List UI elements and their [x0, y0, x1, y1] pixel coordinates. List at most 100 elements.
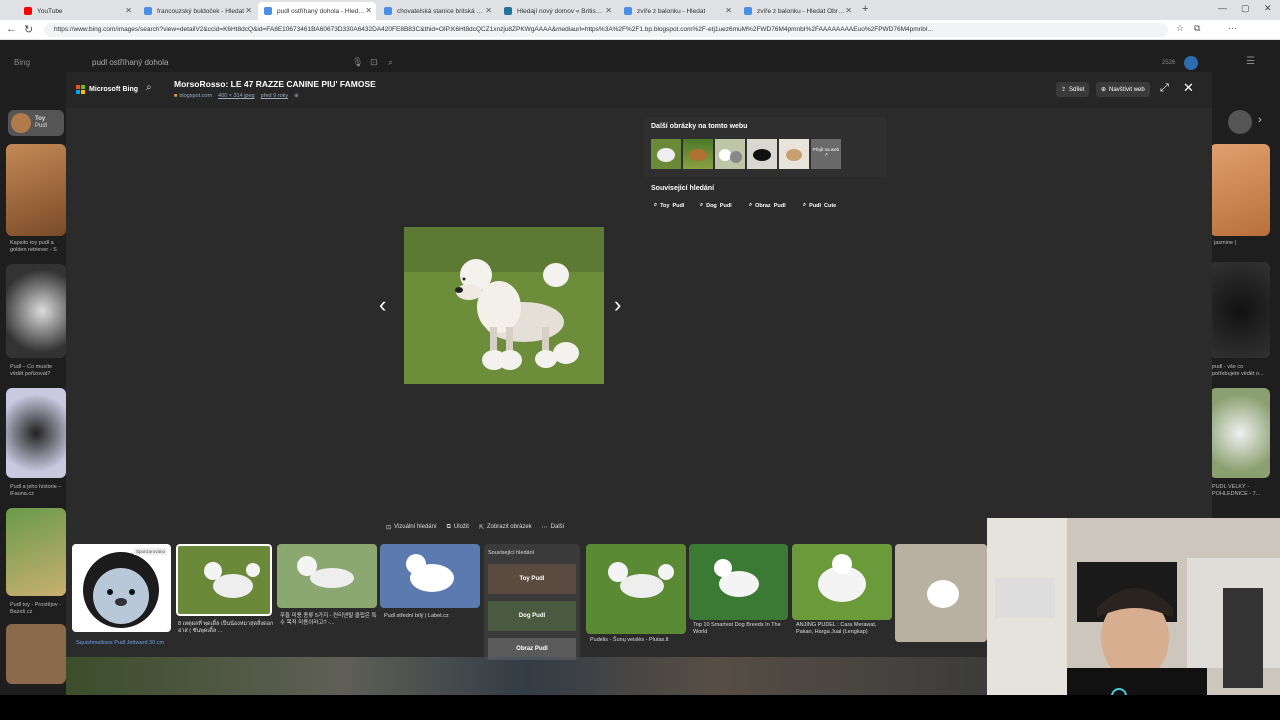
close-tab-icon[interactable]: ✕ — [485, 6, 492, 15]
gallery-item[interactable] — [586, 544, 686, 634]
tab-youtube[interactable]: YouTube ✕ — [18, 2, 136, 20]
close-tab-icon[interactable]: ✕ — [365, 6, 372, 15]
gallery-related-toy-pudl[interactable]: Toy Pudl — [488, 564, 576, 594]
close-tab-icon[interactable]: ✕ — [725, 6, 732, 15]
save-button[interactable]: ⧉ Uložit — [447, 524, 469, 531]
close-icon[interactable]: ✕ — [1183, 80, 1194, 96]
more-actions-button[interactable]: ⋯ Další — [542, 524, 565, 531]
related-search-toy-pudl[interactable]: ⌕ Toy Pudl — [654, 202, 684, 209]
gallery-item[interactable] — [689, 544, 788, 620]
next-image-icon[interactable]: › — [614, 292, 621, 318]
open-image-icon: ⇱ — [478, 524, 484, 531]
source-domain[interactable]: blogspot.com — [179, 93, 212, 99]
site-image-thumb[interactable] — [683, 139, 713, 169]
chevron-right-icon[interactable]: › — [1258, 114, 1262, 126]
next-gallery-row[interactable] — [66, 657, 987, 695]
gallery-item[interactable] — [380, 544, 480, 608]
favorite-icon[interactable]: ☆ — [1176, 23, 1184, 34]
search-icon[interactable]: ⌕ — [388, 57, 393, 68]
close-tab-icon[interactable]: ✕ — [605, 6, 612, 15]
tab-zvire-obrazky[interactable]: zvíře z balonku - Hledat Obrázky ✕ — [738, 2, 856, 20]
visual-search-button[interactable]: ⊡ Vizuální hledání — [386, 524, 437, 531]
minimize-icon[interactable]: — — [1218, 3, 1227, 13]
right-result-thumb[interactable] — [1210, 144, 1270, 236]
search-icon[interactable]: ⌕ — [146, 82, 152, 93]
rewards-icon[interactable] — [1184, 56, 1198, 70]
back-icon[interactable]: ← — [6, 23, 17, 35]
right-result-caption[interactable]: jasmine | — [1214, 240, 1236, 246]
image-title[interactable]: MorsoRosso: LE 47 RAZZE CANINE PIU' FAMO… — [174, 79, 376, 89]
gallery-item-sponsored[interactable]: Sponzorováno — [72, 544, 171, 632]
tab-chovatelska[interactable]: chovatelská stanice britská kočičk ✕ — [378, 2, 496, 20]
share-label: Sdílet — [1069, 86, 1085, 93]
gallery-caption[interactable]: Pudl střední bílý | Labet.cz — [384, 613, 482, 620]
related-search-dog-pudl[interactable]: ⌕ Dog Pudl — [700, 202, 732, 209]
related-search-obraz-pudl[interactable]: ⌕ Obraz Pudl — [749, 202, 786, 209]
collections-icon[interactable]: ⧉ — [1194, 23, 1200, 34]
right-result-thumb[interactable] — [1210, 388, 1270, 478]
tab-zvire-balonku[interactable]: zvíře z balonku - Hledat ✕ — [618, 2, 736, 20]
gallery-caption[interactable]: ANJING PUDEL : Cara Merawat, Pakan, Harg… — [796, 622, 892, 636]
close-tab-icon[interactable]: ✕ — [845, 6, 852, 15]
gallery-item[interactable] — [277, 544, 377, 608]
right-result-thumb[interactable] — [1210, 262, 1270, 358]
left-result-thumb[interactable] — [6, 144, 66, 236]
right-result-caption[interactable]: PUDL VELKÝ - POHLEDNICE - 7... — [1212, 484, 1272, 498]
visit-site-button[interactable]: ⊕ Navštívit web — [1096, 82, 1150, 97]
gallery-item[interactable] — [895, 544, 987, 642]
close-tab-icon[interactable]: ✕ — [125, 6, 132, 15]
more-icon[interactable]: ⋯ — [1228, 23, 1237, 34]
image-size[interactable]: 400 × 314 jpeg — [218, 93, 255, 99]
search-icon: ⌕ — [749, 202, 753, 208]
microsoft-bing-logo[interactable]: Microsoft Bing — [76, 85, 138, 94]
refresh-icon[interactable]: ↻ — [24, 23, 33, 36]
tab-british-velvet[interactable]: Hledají nový domov « British Velve ✕ — [498, 2, 616, 20]
site-image-thumb[interactable] — [715, 139, 745, 169]
toy-pudl-chip[interactable]: Toy Pudl — [8, 110, 64, 136]
gallery-caption[interactable]: Squishmallows Pudl Jettward 30 cm — [76, 640, 171, 647]
search-input[interactable]: pudl ostříhaný dohola — [92, 58, 169, 67]
go-to-site-link[interactable]: Přejít na web ↗ — [811, 139, 841, 169]
left-result-thumb[interactable] — [6, 264, 66, 358]
visit-label: Navštívit web — [1109, 86, 1145, 93]
gallery-caption[interactable]: Top 10 Smartest Dog Breeds In The World — [693, 622, 788, 636]
right-result-caption[interactable]: pudl - vše co potřebujete vědět o... — [1212, 364, 1272, 378]
left-result-caption[interactable]: Kapsito toy pudl a golden retriever - S — [10, 240, 66, 254]
share-button[interactable]: ⇪ Sdílet — [1056, 82, 1090, 97]
gallery-item-selected[interactable] — [176, 544, 272, 616]
close-tab-icon[interactable]: ✕ — [245, 6, 252, 15]
visual-search-icon[interactable]: ⊡ — [370, 57, 378, 68]
info-icon[interactable]: ⊕ — [294, 93, 299, 99]
maximize-icon[interactable]: ▢ — [1241, 3, 1250, 14]
site-image-thumb[interactable] — [779, 139, 809, 169]
menu-icon[interactable]: ☰ — [1246, 56, 1255, 67]
tab-pudl-active[interactable]: pudl ostříhaný dohola - Hledat O ✕ — [258, 2, 376, 20]
gallery-caption[interactable]: 8 เหตุผลที่ พุดเดิ้ล เป็นน้องหมาสุดสิ่งด… — [178, 621, 274, 635]
site-image-thumb[interactable] — [651, 139, 681, 169]
close-window-icon[interactable]: ✕ — [1264, 3, 1272, 14]
left-result-caption[interactable]: Pudl toy - Prostějov - Bazoš.cz — [10, 602, 66, 616]
gallery-related-dog-pudl[interactable]: Dog Pudl — [488, 601, 576, 631]
left-result-caption[interactable]: Pudl – Co musíte vědět pořizovat? — [10, 364, 66, 378]
image-age[interactable]: před 9 roky — [261, 93, 289, 99]
left-result-thumb[interactable] — [6, 624, 66, 684]
url-field[interactable]: https://www.bing.com/images/search?view=… — [44, 23, 1168, 37]
previous-image-icon[interactable]: ‹ — [379, 292, 386, 318]
left-result-thumb[interactable] — [6, 388, 66, 478]
related-search-pudl-cute[interactable]: ⌕ Pudl Cute — [803, 202, 836, 209]
new-tab-icon[interactable]: + — [862, 3, 868, 15]
view-image-button[interactable]: ⇱ Zobrazit obrázek — [479, 524, 532, 531]
gallery-item[interactable] — [792, 544, 892, 620]
left-result-caption[interactable]: Pudl a jeho historie – iFauna.cz — [10, 484, 66, 498]
fullscreen-icon[interactable]: ⤢ — [1160, 82, 1169, 95]
gallery-caption[interactable]: Pudelis - Šunų veislės - Plutas.lt — [590, 637, 686, 644]
tab-label: francouzský buldoček - Hledat — [157, 7, 245, 15]
site-image-thumb[interactable] — [747, 139, 777, 169]
tab-francouzsky[interactable]: francouzský buldoček - Hledat ✕ — [138, 2, 256, 20]
search-icon: ⌕ — [654, 202, 658, 208]
right-chip-thumbnail[interactable] — [1228, 110, 1252, 134]
microphone-icon[interactable]: 🎙 — [352, 57, 363, 68]
gallery-caption[interactable]: 푸들 미용 종류 5가지 - 컨티넨탈 클립은 특수 목적 미용이라고? -..… — [280, 613, 378, 627]
left-result-thumb[interactable] — [6, 508, 66, 596]
main-image[interactable] — [404, 227, 604, 384]
